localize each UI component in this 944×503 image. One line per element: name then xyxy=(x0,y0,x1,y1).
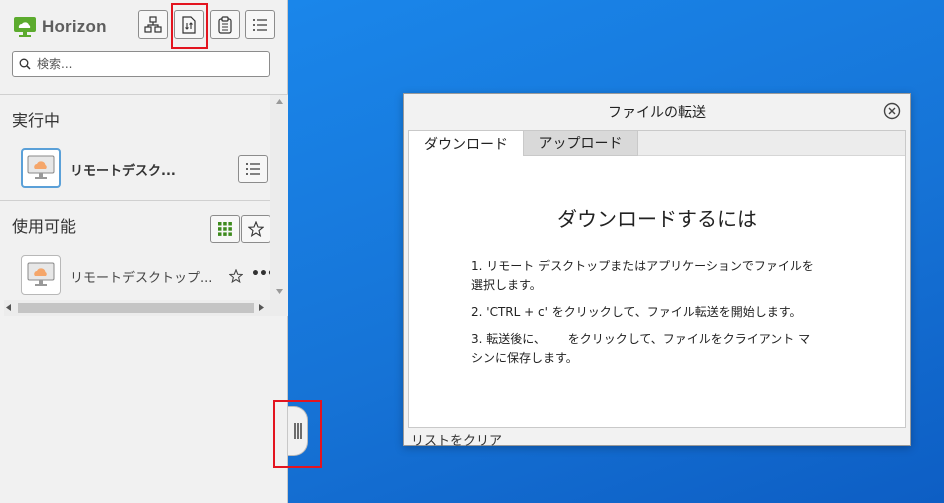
list-menu-icon xyxy=(246,163,260,175)
instruction-step: 2. 'CTRL + c' をクリックして、ファイル転送を開始します。 xyxy=(471,305,802,319)
divider xyxy=(0,94,288,95)
tab-download[interactable]: ダウンロード xyxy=(409,131,524,156)
search-input[interactable] xyxy=(37,57,257,71)
instruction-step: 3. 転送後に、 をクリックして、ファイルをクライアント マ xyxy=(471,332,811,346)
clipboard-icon xyxy=(218,15,232,34)
favorites-filter-button[interactable] xyxy=(241,215,271,243)
available-desktop-label[interactable]: リモートデスクトップ... xyxy=(70,267,212,286)
instruction-step: シンに保存します。 xyxy=(471,351,578,365)
remote-desktop-icon xyxy=(27,155,55,179)
star-icon xyxy=(248,221,264,237)
favorite-star-icon[interactable] xyxy=(229,269,243,283)
scrollbar-thumb[interactable] xyxy=(18,303,254,313)
clear-list-link[interactable]: リストをクリア xyxy=(411,430,502,449)
tab-bar xyxy=(638,131,905,156)
horizon-logo-icon xyxy=(14,17,36,37)
dialog-content: ダウンロード アップロード ダウンロードするには 1. リモート デスクトップま… xyxy=(408,130,906,428)
horizontal-scrollbar[interactable] xyxy=(4,300,288,316)
handle-highlight xyxy=(273,400,322,468)
grid-view-button[interactable] xyxy=(210,215,240,243)
instruction-step: 選択します。 xyxy=(471,278,542,292)
divider xyxy=(0,200,288,201)
dialog-title: ファイルの転送 xyxy=(608,105,706,121)
settings-menu-button[interactable] xyxy=(245,10,275,39)
running-desktop-icon[interactable] xyxy=(21,148,61,188)
tab-upload[interactable]: アップロード xyxy=(524,131,638,156)
grid-icon xyxy=(218,222,232,236)
scroll-up-arrow-icon[interactable] xyxy=(276,99,283,104)
search-box[interactable] xyxy=(12,51,270,77)
app-name: Horizon xyxy=(42,17,107,36)
available-section-title: 使用可能 xyxy=(12,217,77,236)
running-section-title: 実行中 xyxy=(12,111,61,130)
running-desktop-label[interactable]: リモートデスク... xyxy=(70,160,176,179)
running-item-menu-button[interactable] xyxy=(238,155,268,183)
remote-desktop-icon xyxy=(27,262,55,286)
file-transfer-dialog: ファイルの転送 ダウンロード アップロード ダウンロードするには 1. リモート… xyxy=(403,93,911,449)
server-icon xyxy=(144,15,162,33)
vertical-scrollbar[interactable] xyxy=(270,95,288,300)
close-icon[interactable] xyxy=(883,102,901,120)
connect-server-button[interactable] xyxy=(138,10,168,39)
scroll-down-arrow-icon[interactable] xyxy=(276,289,283,294)
file-transfer-highlight xyxy=(171,3,208,49)
horizon-logo: Horizon xyxy=(13,16,107,38)
clipboard-button[interactable] xyxy=(210,10,240,39)
list-menu-icon xyxy=(253,18,267,31)
search-icon xyxy=(19,58,31,70)
scroll-left-arrow-icon[interactable] xyxy=(6,304,11,311)
available-desktop-icon[interactable] xyxy=(21,255,61,295)
instruction-step: 1. リモート デスクトップまたはアプリケーションでファイルを xyxy=(471,259,814,273)
instructions-heading: ダウンロードするには xyxy=(557,207,757,231)
scroll-right-arrow-icon[interactable] xyxy=(259,304,264,311)
horizon-sidebar: Horizon 検索... 実行中 リモートデスク... 使用可能 リモートデス… xyxy=(0,0,288,503)
